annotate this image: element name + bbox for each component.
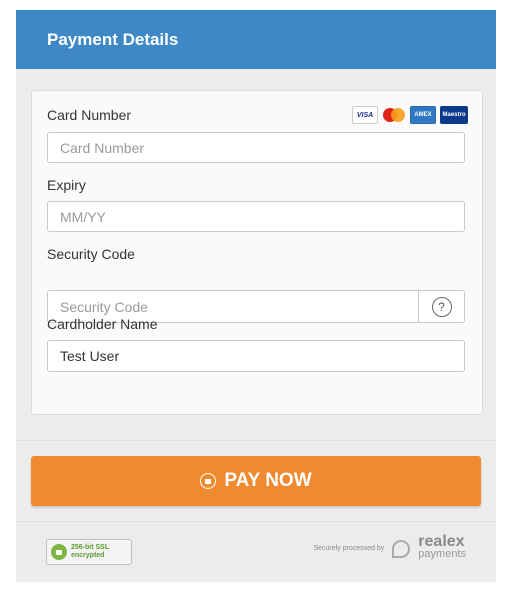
cardholder-name-label: Cardholder Name — [47, 316, 158, 332]
realex-logo-icon — [390, 537, 412, 559]
amex-icon: AMEX — [410, 106, 436, 124]
expiry-input[interactable]: MM/YY — [47, 201, 465, 232]
mastercard-icon — [382, 106, 406, 124]
realex-name: realex — [418, 533, 465, 550]
lock-icon — [200, 473, 217, 489]
secured-text: Securely processed by — [313, 544, 385, 552]
card-logos: VISA AMEX Maestro — [352, 106, 468, 124]
maestro-icon: Maestro — [440, 106, 468, 124]
security-code-help-button[interactable]: ? — [419, 290, 465, 323]
card-number-placeholder: Card Number — [60, 139, 145, 156]
expiry-label: Expiry — [47, 177, 86, 193]
card-number-input[interactable]: Card Number — [47, 132, 465, 163]
page-title: Payment Details — [47, 29, 179, 49]
realex-sub: payments — [418, 548, 466, 560]
pay-now-label: PAY NOW — [224, 470, 312, 491]
card-form: Card Number VISA AMEX Maestro Card Numbe… — [31, 90, 483, 415]
question-icon: ? — [431, 296, 452, 317]
ssl-badge: 256-bit SSL encrypted — [46, 539, 132, 565]
divider — [16, 440, 496, 441]
ssl-lock-icon — [51, 544, 67, 560]
pay-now-button[interactable]: PAY NOW — [31, 456, 481, 506]
header-bar: Payment Details — [16, 10, 496, 69]
secured-by: Securely processed by realex payments — [313, 533, 466, 561]
realex-brand: realex payments — [418, 533, 466, 561]
cardholder-name-input[interactable]: Test User — [47, 340, 465, 372]
divider — [16, 521, 496, 522]
security-code-label: Security Code — [47, 246, 135, 262]
ssl-line2: encrypted — [71, 552, 105, 559]
cardholder-name-value: Test User — [60, 348, 120, 364]
ssl-line1: 256-bit SSL — [71, 544, 110, 551]
payment-panel: Card Number VISA AMEX Maestro Card Numbe… — [16, 69, 496, 582]
expiry-placeholder: MM/YY — [60, 208, 106, 225]
visa-icon: VISA — [352, 106, 378, 124]
security-code-placeholder: Security Code — [60, 298, 148, 315]
card-number-label: Card Number — [47, 107, 132, 123]
